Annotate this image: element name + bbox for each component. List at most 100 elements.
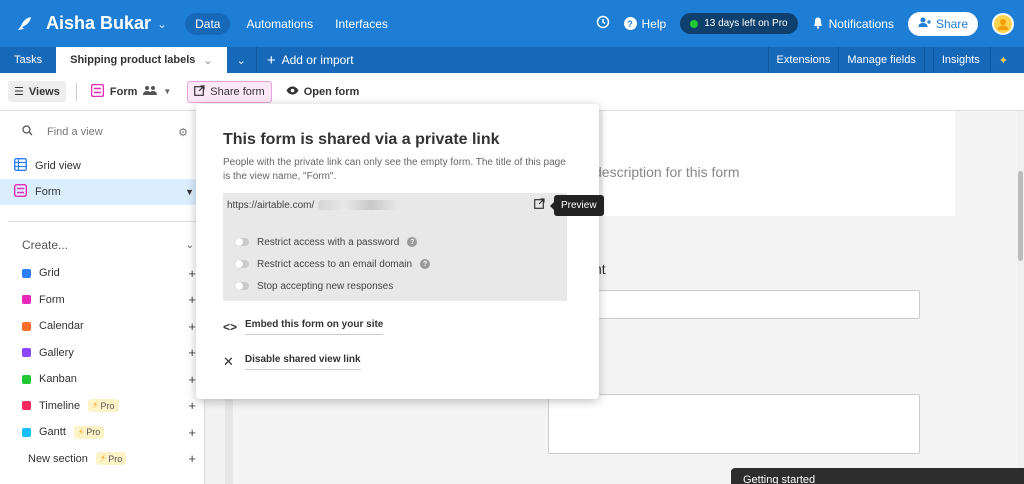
help-button[interactable]: ? Help [623,16,667,31]
view-type-icon [22,374,31,384]
help-icon[interactable]: ? [407,237,418,247]
sidebar-view-grid-view[interactable]: Grid view [0,153,204,179]
external-link-icon[interactable] [534,198,545,212]
option-stop-accepting[interactable]: Stop accepting new responses [223,275,567,297]
tab-tasks[interactable]: Tasks [0,47,56,73]
view-type-icon [22,268,31,278]
plus-icon[interactable]: + [188,266,196,281]
create-item-form[interactable]: Form + [0,287,204,314]
eye-icon [286,86,299,98]
hamburger-icon: ☰ [14,86,24,98]
plus-icon: + [266,51,276,69]
option-label: Restrict access with a password [257,236,400,248]
chevron-down-icon[interactable]: ⌄ [157,17,167,31]
plus-icon[interactable]: + [188,292,196,307]
sparkle-icon: ✦ [989,47,1016,73]
nav-automations[interactable]: Automations [240,13,319,35]
sidebar-view-label: Form [35,186,61,198]
form-view-icon [13,183,28,200]
share-options: Restrict access with a password ? Restri… [223,217,567,301]
chevron-down-icon[interactable]: ▼ [185,187,194,197]
current-view-button[interactable]: Form ▼ [90,83,172,100]
caret-down-icon: ▼ [163,87,172,96]
collaborators-icon [143,85,158,98]
toggle-switch[interactable] [235,260,249,268]
lightning-icon: ⚡ [77,426,85,437]
help-icon[interactable]: ? [420,259,431,269]
nav-interfaces[interactable]: Interfaces [329,13,394,35]
pro-label: Pro [86,427,101,438]
history-icon[interactable] [596,15,610,32]
code-icon: <> [223,320,238,334]
redacted-link-token [318,200,399,210]
plus-icon[interactable]: + [188,372,196,387]
create-item-gantt[interactable]: Gantt ⚡ Pro + [0,419,204,446]
manage-fields-button[interactable]: Manage fields [838,47,924,73]
create-item-gallery[interactable]: Gallery + [0,340,204,367]
create-item-label: Grid [39,267,60,280]
option-restrict-password[interactable]: Restrict access with a password ? [223,231,567,253]
create-item-grid[interactable]: Grid + [0,260,204,287]
create-item-timeline[interactable]: Timeline ⚡ Pro + [0,393,204,420]
scrollbar[interactable] [1017,111,1024,484]
avatar[interactable] [992,12,1014,35]
tables-menu-chevron-icon[interactable]: ⌄ [227,54,256,67]
add-import-label: Add or import [281,53,354,67]
create-item-label: Gantt [39,426,66,439]
form-field-textarea[interactable] [548,394,920,454]
toggle-switch[interactable] [235,282,249,290]
nav-data[interactable]: Data [185,12,231,35]
embed-label: Embed this form on your site [245,319,384,335]
sidebar-view-form[interactable]: Form ▼ [0,179,204,205]
notifications-button[interactable]: Notifications [812,16,894,32]
scrollbar-thumb[interactable] [1018,171,1023,261]
trial-badge[interactable]: 13 days left on Pro [680,13,798,34]
view-type-icon [22,348,31,358]
shared-link-field[interactable]: https://airtable.com/ [223,193,567,217]
embed-form-link[interactable]: <> Embed this form on your site [223,319,384,335]
option-label: Restrict access to an email domain [257,258,413,270]
option-restrict-email-domain[interactable]: Restrict access to an email domain ? [223,253,567,275]
create-section-header[interactable]: Create... ⌄ [0,230,204,260]
disable-shared-link[interactable]: ✕ Disable shared view link [223,354,361,370]
insights-button[interactable]: Insights ✦ [923,47,1024,73]
sidebar-view-label: Grid view [35,160,81,172]
add-or-import-button[interactable]: + Add or import [257,52,364,69]
share-form-label: Share form [210,85,265,98]
create-item-calendar[interactable]: Calendar + [0,313,204,340]
plus-icon[interactable]: + [188,398,196,413]
create-item-label: Gallery [39,346,74,359]
form-description-placeholder[interactable]: description for this form [594,164,740,180]
form-field-input[interactable] [548,290,920,319]
pro-label: Pro [108,453,123,464]
getting-started-panel[interactable]: Getting started [731,468,1024,484]
plus-icon[interactable]: + [188,425,196,440]
top-bar: Aisha Bukar ⌄ Data Automations Interface… [0,0,1024,47]
views-button[interactable]: ☰ Views [8,81,66,102]
view-type-icon [22,427,31,437]
create-item-kanban[interactable]: Kanban + [0,366,204,393]
base-name[interactable]: Aisha Bukar [46,13,151,34]
rocket-icon[interactable] [14,14,34,34]
pro-badge: ⚡ Pro [88,399,119,413]
add-user-icon [918,17,931,31]
share-button[interactable]: Share [907,11,978,36]
tab-right-tools: Extensions Manage fields Insights ✦ [767,47,1024,73]
gear-icon[interactable]: ⚙ [178,126,188,139]
extensions-button[interactable]: Extensions [767,47,839,73]
share-form-button[interactable]: Share form [187,80,272,103]
plus-icon[interactable]: + [188,319,196,334]
find-view-input[interactable]: Find a view [47,126,103,138]
plus-icon[interactable]: + [188,345,196,360]
tab-shipping-product-labels[interactable]: Shipping product labels ⌄ [56,47,227,73]
plus-icon[interactable]: + [188,451,196,466]
share-label: Share [935,16,968,31]
help-label: Help [641,16,667,31]
create-item-new-section[interactable]: New section ⚡ Pro + [0,446,204,473]
open-form-label: Open form [303,85,360,98]
open-form-button[interactable]: Open form [286,85,360,98]
chevron-down-icon[interactable]: ⌄ [203,54,212,67]
view-type-icon [22,295,31,305]
toggle-switch[interactable] [235,238,249,246]
find-view-row: Find a view ⚙ [0,111,204,139]
